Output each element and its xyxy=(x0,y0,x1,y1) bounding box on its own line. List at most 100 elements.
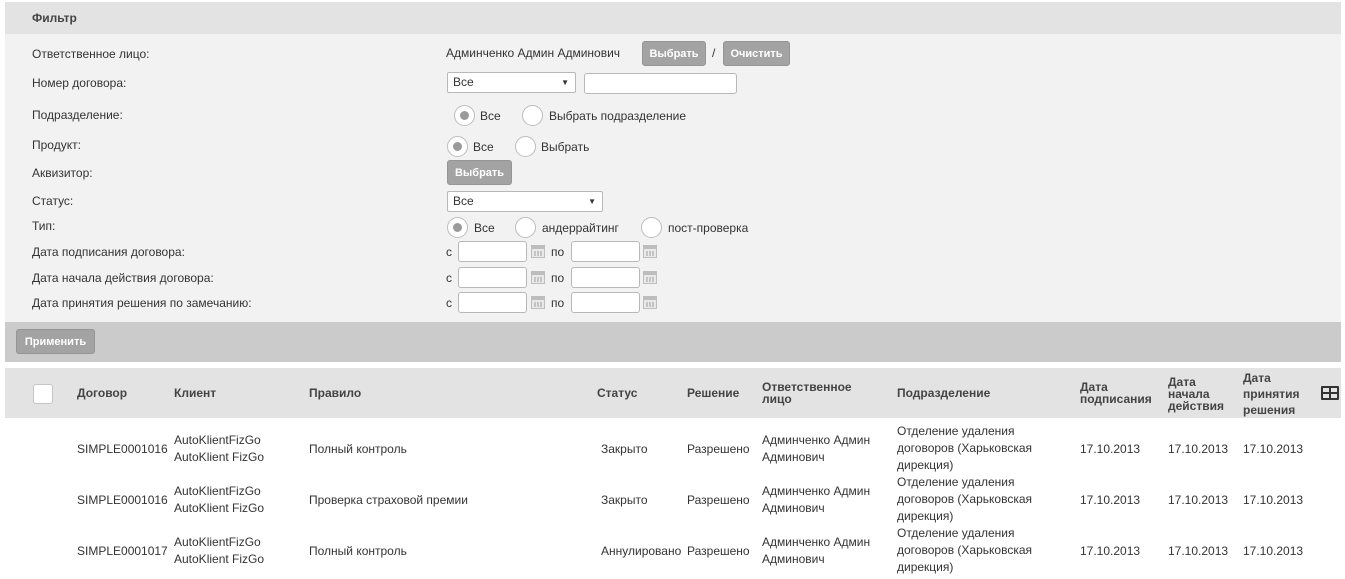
cell-responsible-line2: Админович xyxy=(762,552,825,566)
column-header-contract[interactable]: Договор xyxy=(77,386,127,400)
cell-responsible: Админченко Админ Админович xyxy=(762,534,870,568)
type-radio-all[interactable] xyxy=(447,217,468,238)
contract-number-input[interactable] xyxy=(584,73,737,94)
contract-number-label: Номер договора: xyxy=(32,76,127,90)
cell-contract[interactable]: SIMPLE0001016 xyxy=(77,492,168,509)
cell-department: Отделение удаления договоров (Харьковска… xyxy=(897,525,1032,576)
cell-department-line3: дирекция) xyxy=(897,560,954,574)
cell-client: AutoKlientFizGo AutoKlient FizGo xyxy=(174,432,264,466)
cell-decision-date: 17.10.2013 xyxy=(1243,442,1304,456)
acquirer-select-button[interactable]: Выбрать xyxy=(447,160,512,185)
calendar-icon[interactable] xyxy=(643,296,657,309)
status-select-value: Все xyxy=(453,194,474,208)
responsible-clear-button[interactable]: Очистить xyxy=(723,41,790,66)
decision-date-to-input[interactable] xyxy=(571,292,640,313)
start-date-to-input[interactable] xyxy=(571,267,640,288)
column-header-decision-date-line2: принятия xyxy=(1243,387,1300,401)
start-date-to-label: по xyxy=(551,271,565,285)
filter-title: Фильтр xyxy=(32,11,77,25)
responsible-select-button[interactable]: Выбрать xyxy=(642,41,706,66)
filter-header: Фильтр xyxy=(5,2,1341,34)
column-header-decision-date[interactable]: Дата принятия решения xyxy=(1243,370,1299,418)
apply-bar: Применить xyxy=(5,322,1341,362)
cell-responsible: Админченко Админ Админович xyxy=(762,432,870,466)
sign-date-to-input[interactable] xyxy=(571,241,640,262)
cell-decision: Разрешено xyxy=(687,442,750,456)
contract-number-select[interactable]: Все ▼ xyxy=(447,72,576,93)
department-radio-choose-label: Выбрать подразделение xyxy=(549,109,686,123)
column-header-sign-date-line2: подписания xyxy=(1080,392,1152,406)
product-radio-choose[interactable] xyxy=(515,136,536,157)
cell-department-line3: дирекция) xyxy=(897,458,954,472)
type-radio-post-check-label: пост-проверка xyxy=(668,221,749,235)
column-header-decision[interactable]: Решение xyxy=(687,386,739,400)
cell-contract[interactable]: SIMPLE0001016 xyxy=(77,441,168,458)
cell-contract[interactable]: SIMPLE0001017 xyxy=(77,543,168,560)
column-header-client[interactable]: Клиент xyxy=(174,386,216,400)
calendar-icon[interactable] xyxy=(643,271,657,284)
calendar-icon[interactable] xyxy=(643,245,657,258)
cell-sign-date: 17.10.2013 xyxy=(1080,544,1141,558)
column-header-sign-date[interactable]: Дата подписания xyxy=(1080,381,1152,405)
cell-decision-date: 17.10.2013 xyxy=(1243,544,1304,558)
cell-client-line1: AutoKlientFizGo xyxy=(174,484,261,498)
cell-decision-date: 17.10.2013 xyxy=(1243,493,1304,507)
cell-department-line2: договоров (Харьковская xyxy=(897,543,1033,557)
decision-date-from-input[interactable] xyxy=(458,292,527,313)
triangle-down-icon: ▼ xyxy=(561,78,569,87)
filter-panel: Фильтр Ответственное лицо: Админченко Ад… xyxy=(5,2,1341,362)
responsible-value: Админченко Админ Админович xyxy=(446,46,621,60)
calendar-icon[interactable] xyxy=(531,271,545,284)
cell-department-line2: договоров (Харьковская xyxy=(897,441,1033,455)
triangle-down-icon: ▼ xyxy=(588,197,596,206)
cell-department-line2: договоров (Харьковская xyxy=(897,492,1033,506)
product-radio-all-label: Все xyxy=(473,140,494,154)
column-header-decision-date-line1: Дата xyxy=(1243,371,1271,385)
sign-date-from-label: с xyxy=(446,245,452,259)
cell-sign-date: 17.10.2013 xyxy=(1080,442,1141,456)
type-radio-all-label: Все xyxy=(474,221,495,235)
table-row[interactable]: SIMPLE0001017 AutoKlientFizGo AutoKlient… xyxy=(5,525,1341,576)
cell-start-date: 17.10.2013 xyxy=(1168,442,1229,456)
department-radio-all-label: Все xyxy=(480,109,501,123)
responsible-label: Ответственное лицо: xyxy=(32,47,150,61)
cell-department-line1: Отделение удаления xyxy=(897,424,1015,438)
department-radio-all[interactable] xyxy=(454,105,475,126)
decision-date-label: Дата принятия решения по замечанию: xyxy=(32,296,252,310)
cell-client-line1: AutoKlientFizGo xyxy=(174,433,261,447)
table-row[interactable]: SIMPLE0001016 AutoKlientFizGo AutoKlient… xyxy=(5,474,1341,525)
decision-date-to-label: по xyxy=(551,296,565,310)
cell-responsible-line1: Админченко Админ xyxy=(762,433,871,447)
calendar-icon[interactable] xyxy=(531,296,545,309)
sign-date-from-input[interactable] xyxy=(458,241,527,262)
cell-responsible-line2: Админович xyxy=(762,450,825,464)
apply-button[interactable]: Применить xyxy=(16,329,95,354)
cell-client: AutoKlientFizGo AutoKlient FizGo xyxy=(174,483,264,517)
cell-decision: Разрешено xyxy=(687,544,750,558)
type-radio-post-check[interactable] xyxy=(641,217,662,238)
department-label: Подразделение: xyxy=(32,108,123,122)
responsible-separator: / xyxy=(712,46,716,60)
column-header-department[interactable]: Подразделение xyxy=(897,386,990,400)
product-radio-all[interactable] xyxy=(447,136,468,157)
sign-date-to-label: по xyxy=(551,245,565,259)
start-date-label: Дата начала действия договора: xyxy=(32,271,214,285)
cell-decision: Разрешено xyxy=(687,493,750,507)
table-row[interactable]: SIMPLE0001016 AutoKlientFizGo AutoKlient… xyxy=(5,423,1341,474)
department-radio-choose[interactable] xyxy=(522,105,543,126)
status-select[interactable]: Все ▼ xyxy=(447,191,603,212)
column-header-responsible[interactable]: Ответственное лицо xyxy=(762,381,852,405)
acquirer-label: Аквизитор: xyxy=(32,166,93,180)
cell-status: Закрыто xyxy=(601,442,648,456)
column-header-status[interactable]: Статус xyxy=(597,386,637,400)
cell-department-line3: дирекция) xyxy=(897,509,954,523)
column-header-start-date-line3: действия xyxy=(1168,399,1224,413)
column-header-rule[interactable]: Правило xyxy=(309,386,361,400)
cell-client-line2: AutoKlient FizGo xyxy=(174,552,265,566)
column-header-start-date[interactable]: Дата начала действия xyxy=(1168,376,1224,412)
table-columns-icon[interactable] xyxy=(1321,386,1339,400)
select-all-checkbox[interactable] xyxy=(33,384,53,404)
calendar-icon[interactable] xyxy=(531,245,545,258)
type-radio-underwriting[interactable] xyxy=(515,217,536,238)
start-date-from-input[interactable] xyxy=(458,267,527,288)
